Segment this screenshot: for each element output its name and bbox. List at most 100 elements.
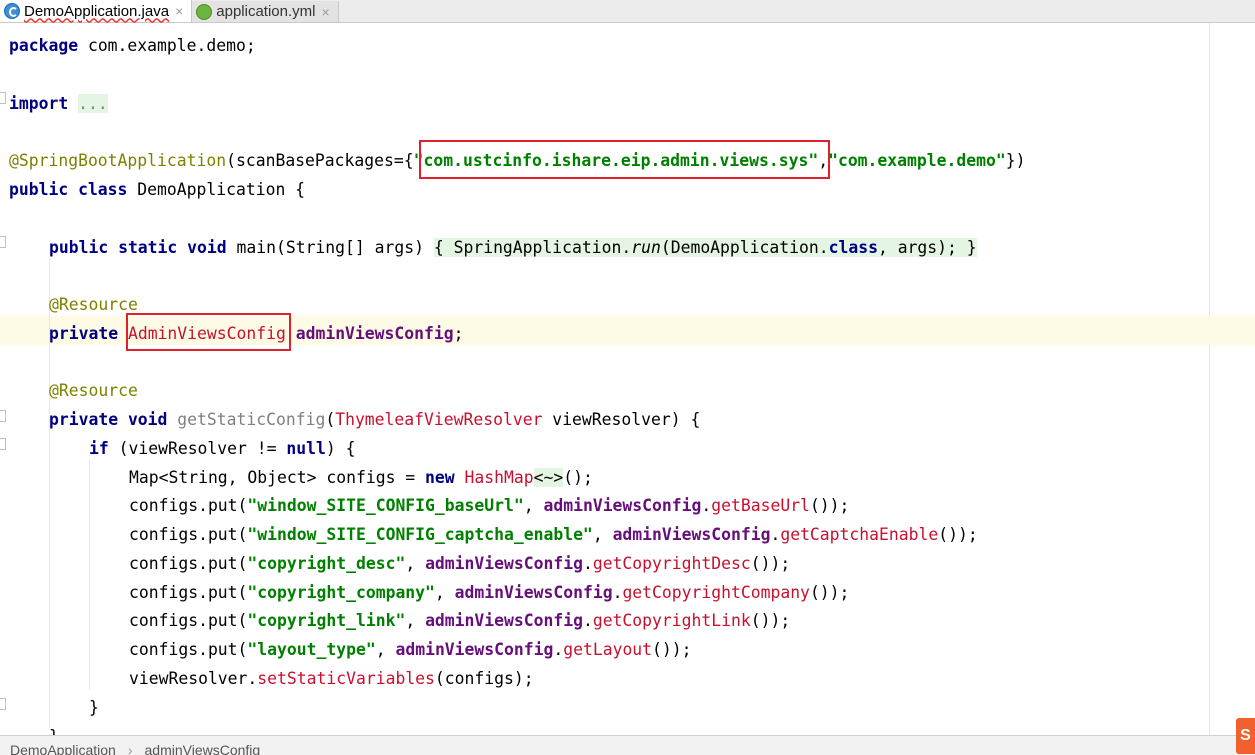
code-editor[interactable]: package com.example.demo; import ... @Sp… — [0, 23, 1255, 735]
code-text: configs.put( — [129, 640, 248, 659]
code-line-package: package com.example.demo; — [9, 31, 256, 60]
code-text: ()); — [652, 640, 692, 659]
code-line-put: configs.put("window_SITE_CONFIG_baseUrl"… — [129, 491, 849, 520]
code-line-field: private AdminViewsConfig adminViewsConfi… — [49, 319, 463, 348]
chevron-right-icon: › — [127, 742, 133, 755]
code-text: . — [612, 583, 623, 602]
fold-marker-icon[interactable] — [0, 236, 6, 248]
folded-generic[interactable]: <~> — [533, 468, 564, 487]
tab-label: DemoApplication.java — [24, 2, 170, 20]
right-margin-guide — [1209, 23, 1210, 735]
code-text: , — [523, 496, 544, 515]
class-name: DemoApplication { — [127, 180, 306, 199]
code-text: . — [553, 640, 564, 659]
code-text: , — [818, 151, 829, 170]
string-literal: "window_SITE_CONFIG_baseUrl" — [247, 496, 524, 515]
keyword: public class — [9, 180, 128, 199]
method-name: getStaticConfig — [177, 410, 326, 429]
unresolved-method: getCopyrightCompany — [622, 583, 810, 602]
code-text: . — [582, 611, 593, 630]
code-text: (DemoApplication. — [660, 238, 829, 257]
tab-application-yml[interactable]: application.yml × — [192, 1, 339, 22]
code-text: ()); — [938, 525, 978, 544]
keyword: import — [9, 94, 69, 113]
string-literal: "copyright_link" — [247, 611, 406, 630]
keyword: if — [89, 439, 109, 458]
code-line-put: configs.put("copyright_desc", adminViews… — [129, 549, 790, 578]
ime-badge-icon[interactable]: S — [1236, 718, 1255, 754]
string-literal: "layout_type" — [247, 640, 376, 659]
unresolved-type: AdminViewsConfig — [127, 324, 286, 343]
unresolved-type: HashMap — [464, 468, 534, 487]
code-text: main(String[] args) — [226, 238, 434, 257]
code-text: configs.put( — [129, 496, 248, 515]
close-icon[interactable]: × — [321, 4, 329, 20]
code-text: . — [770, 525, 781, 544]
fold-marker-icon[interactable] — [0, 92, 6, 104]
code-text: configs.put( — [129, 554, 248, 573]
string-literal: "com.example.demo" — [828, 151, 1006, 170]
code-text: ()); — [750, 554, 791, 573]
code-text: . — [701, 496, 712, 515]
keyword: null — [286, 439, 326, 458]
code-text: configs.put( — [129, 611, 248, 630]
keyword: private void — [49, 410, 168, 429]
java-class-icon — [4, 3, 20, 19]
folded-method-body[interactable]: { SpringApplication.run(DemoApplication.… — [433, 238, 977, 257]
fold-marker-icon[interactable] — [0, 410, 6, 422]
tab-label: application.yml — [216, 3, 316, 20]
code-line-map-decl: Map<String, Object> configs = new HashMa… — [129, 463, 593, 492]
code-text: viewResolver. — [129, 669, 258, 688]
string-literal: "copyright_company" — [247, 583, 435, 602]
package-name: com.example.demo; — [78, 36, 256, 55]
unresolved-method: getBaseUrl — [711, 496, 810, 515]
code-text: viewResolver) { — [542, 410, 701, 429]
code-line-if: if (viewResolver != null) { — [89, 434, 355, 463]
code-text: ()); — [750, 611, 791, 630]
code-line-class-decl: public class DemoApplication { — [9, 175, 305, 204]
unresolved-method: getLayout — [563, 640, 653, 659]
unresolved-method: getCaptchaEnable — [780, 525, 939, 544]
code-line-close-brace: } — [89, 693, 99, 722]
code-line-put: configs.put("copyright_company", adminVi… — [129, 578, 849, 607]
code-line-put: configs.put("copyright_link", adminViews… — [129, 606, 790, 635]
field-name: adminViewsConfig — [612, 525, 771, 544]
close-icon[interactable]: × — [175, 3, 183, 19]
tab-demoapplication-java[interactable]: DemoApplication.java × — [0, 0, 193, 22]
code-line-resource: @Resource — [49, 376, 138, 405]
breadcrumb: DemoApplication › adminViewsConfig — [0, 735, 1255, 755]
breadcrumb-item-class[interactable]: DemoApplication — [10, 742, 116, 755]
code-line-main: public static void main(String[] args) {… — [49, 233, 977, 262]
annotation: @Resource — [49, 381, 138, 400]
code-text: ) { — [325, 439, 356, 458]
code-text: configs.put( — [129, 525, 248, 544]
folded-imports[interactable]: ... — [78, 94, 108, 113]
keyword: private — [49, 324, 119, 343]
code-text: , args); } — [877, 238, 977, 257]
code-text: , — [592, 525, 613, 544]
fold-marker-icon[interactable] — [0, 438, 6, 450]
code-text: (); — [563, 468, 593, 487]
code-text: ; — [453, 324, 464, 343]
code-line-close-brace: } — [49, 722, 59, 735]
code-line-put: configs.put("window_SITE_CONFIG_captcha_… — [129, 520, 978, 549]
code-text: . — [582, 554, 593, 573]
code-text: } — [89, 698, 99, 717]
code-text: , — [405, 554, 426, 573]
code-line-springboot-annotation: @SpringBootApplication(scanBasePackages=… — [9, 146, 1025, 175]
code-text: , — [405, 611, 426, 630]
code-line-put: configs.put("layout_type", adminViewsCon… — [129, 635, 692, 664]
field-name: adminViewsConfig — [543, 496, 702, 515]
unresolved-type: ThymeleafViewResolver — [335, 410, 543, 429]
fold-marker-icon[interactable] — [0, 698, 6, 710]
unresolved-method: getCopyrightLink — [592, 611, 751, 630]
string-literal: "window_SITE_CONFIG_captcha_enable" — [247, 525, 593, 544]
code-text: ()); — [809, 496, 850, 515]
code-text: Map<String, Object> configs = — [129, 468, 426, 487]
field-name: adminViewsConfig — [295, 324, 454, 343]
code-text: , — [375, 640, 396, 659]
field-name: adminViewsConfig — [425, 611, 583, 630]
spring-yml-icon — [196, 3, 213, 20]
breadcrumb-item-field[interactable]: adminViewsConfig — [145, 742, 261, 755]
code-text: ()); — [809, 583, 850, 602]
